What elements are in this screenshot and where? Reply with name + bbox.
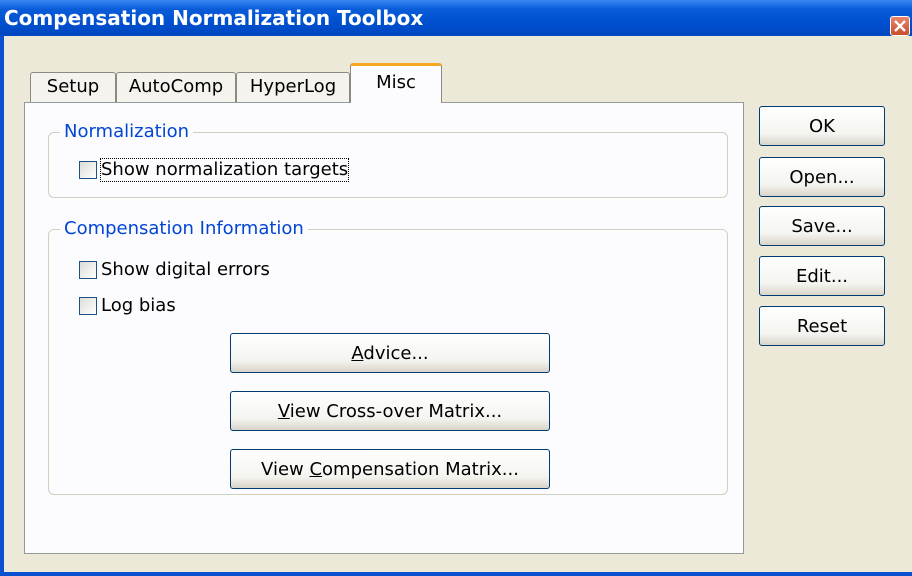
compensation-button-accelerator: C (309, 458, 323, 480)
save-button[interactable]: Save... (759, 206, 885, 246)
tab-autocomp-label: AutoComp (128, 76, 224, 97)
compensation-button-text-post: ompensation Matrix... (322, 458, 519, 480)
tab-misc-label: Misc (376, 72, 416, 93)
view-compensation-matrix-button[interactable]: View Compensation Matrix... (230, 449, 550, 489)
tab-hyperlog[interactable]: HyperLog (236, 72, 350, 102)
open-button[interactable]: Open... (759, 157, 885, 197)
show-digital-errors-checkbox[interactable] (79, 261, 97, 279)
log-bias-label[interactable]: Log bias (101, 295, 176, 317)
crossover-button-text-post: iew Cross-over Matrix... (289, 400, 503, 422)
crossover-button-accelerator: V (277, 400, 290, 422)
edit-button[interactable]: Edit... (759, 256, 885, 296)
show-normalization-targets-row[interactable]: Show normalization targets (79, 158, 350, 182)
view-crossover-matrix-button[interactable]: View Cross-over Matrix... (230, 391, 550, 431)
close-icon (894, 20, 906, 32)
show-digital-errors-label[interactable]: Show digital errors (101, 259, 270, 281)
show-digital-errors-row[interactable]: Show digital errors (79, 259, 270, 281)
log-bias-checkbox[interactable] (79, 297, 97, 315)
compensation-information-group-label: Compensation Information (60, 218, 308, 240)
tab-misc[interactable]: Misc (350, 63, 442, 103)
normalization-group-label: Normalization (60, 121, 194, 143)
tab-setup[interactable]: Setup (30, 72, 116, 102)
advice-button-accelerator: A (351, 342, 364, 364)
window-title: Compensation Normalization Toolbox (4, 6, 424, 30)
window-frame-bottom (0, 572, 912, 576)
ok-button[interactable]: OK (759, 106, 885, 146)
reset-button[interactable]: Reset (759, 306, 885, 346)
show-normalization-targets-checkbox[interactable] (79, 161, 97, 179)
title-bar: Compensation Normalization Toolbox (0, 0, 912, 36)
show-normalization-targets-label[interactable]: Show normalization targets (99, 158, 350, 182)
tab-setup-label: Setup (46, 76, 100, 97)
advice-button[interactable]: Advice... (230, 333, 550, 373)
compensation-button-text-pre: View (261, 458, 310, 480)
tab-hyperlog-label: HyperLog (249, 76, 337, 97)
advice-button-text-post: dvice... (363, 342, 429, 364)
close-button[interactable] (890, 16, 910, 36)
tab-autocomp[interactable]: AutoComp (116, 72, 236, 102)
window-frame-left (0, 36, 4, 576)
log-bias-row[interactable]: Log bias (79, 295, 176, 317)
misc-tab-panel: Normalization Show normalization targets… (24, 102, 744, 554)
